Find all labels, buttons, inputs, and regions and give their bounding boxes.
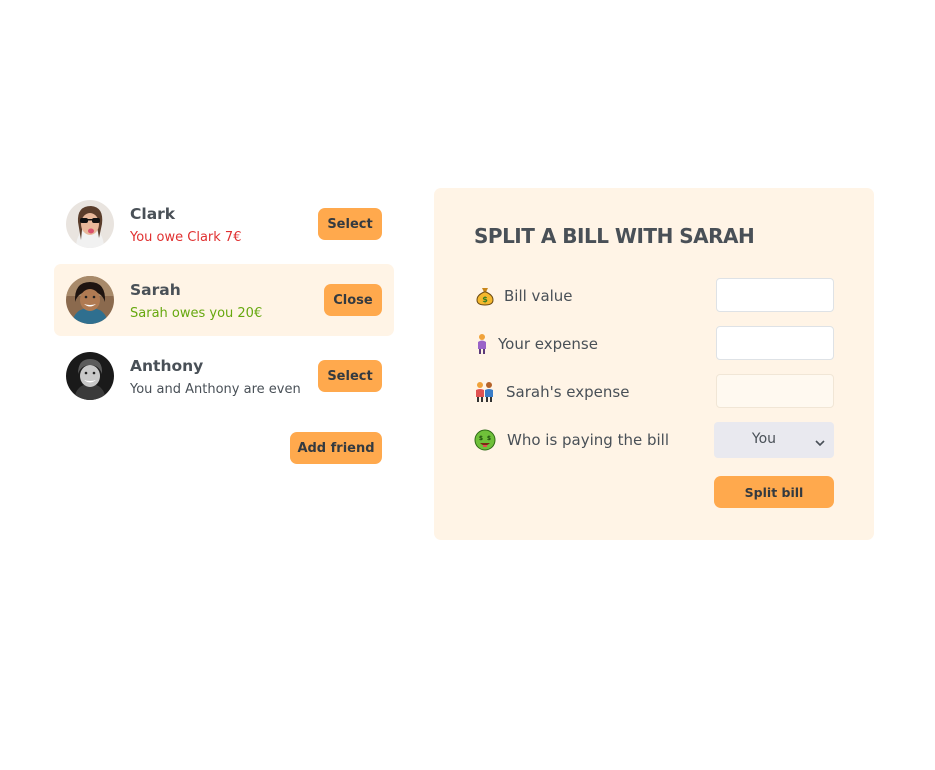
chevron-down-icon — [814, 434, 826, 447]
svg-text:$: $ — [479, 435, 483, 442]
friend-name: Clark — [130, 205, 176, 223]
form-title: SPLIT A BILL WITH SARAH — [474, 224, 755, 248]
split-bill-button[interactable]: Split bill — [714, 476, 834, 508]
payer-selected-value: You — [751, 431, 777, 447]
payer-label: Who is paying the bill — [507, 431, 669, 449]
bill-value-input[interactable] — [716, 278, 834, 312]
select-button-anthony[interactable]: Select — [318, 360, 382, 392]
friend-item-sarah: Sarah Sarah owes you 20€ Close — [54, 264, 394, 336]
split-bill-form: SPLIT A BILL WITH SARAH $ Bill value You… — [434, 188, 874, 540]
close-button-sarah[interactable]: Close — [324, 284, 382, 316]
avatar-anthony — [66, 352, 114, 400]
payer-select[interactable]: You — [714, 422, 834, 458]
friend-balance: Sarah owes you 20€ — [130, 306, 263, 321]
friend-expense-input — [716, 374, 834, 408]
bill-value-label: Bill value — [504, 287, 573, 305]
friends-list: Clark You owe Clark 7€ Select Sarah Sara… — [54, 188, 394, 412]
friends-sidebar: Clark You owe Clark 7€ Select Sarah Sara… — [54, 188, 394, 464]
select-button-clark[interactable]: Select — [318, 208, 382, 240]
money-face-icon: $ $ — [474, 429, 496, 451]
person-icon — [474, 333, 496, 355]
your-expense-row: Your expense — [474, 326, 834, 362]
friend-name: Sarah — [130, 281, 181, 299]
add-friend-button[interactable]: Add friend — [290, 432, 382, 464]
two-people-icon — [474, 381, 496, 403]
svg-text:$: $ — [482, 295, 488, 304]
your-expense-label: Your expense — [498, 335, 598, 353]
money-bag-icon: $ — [474, 285, 496, 307]
your-expense-input[interactable] — [716, 326, 834, 360]
friend-name: Anthony — [130, 357, 204, 375]
svg-text:$: $ — [487, 435, 491, 442]
friend-expense-row: Sarah's expense — [474, 374, 834, 410]
avatar-sarah — [66, 276, 114, 324]
friend-item-clark: Clark You owe Clark 7€ Select — [54, 188, 394, 260]
friend-item-anthony: Anthony You and Anthony are even Select — [54, 340, 394, 412]
bill-value-row: $ Bill value — [474, 278, 834, 314]
friend-balance: You owe Clark 7€ — [130, 230, 242, 245]
friend-expense-label: Sarah's expense — [506, 383, 630, 401]
friend-balance: You and Anthony are even — [130, 382, 301, 397]
payer-row: $ $ Who is paying the bill You — [474, 422, 834, 458]
avatar-clark — [66, 200, 114, 248]
